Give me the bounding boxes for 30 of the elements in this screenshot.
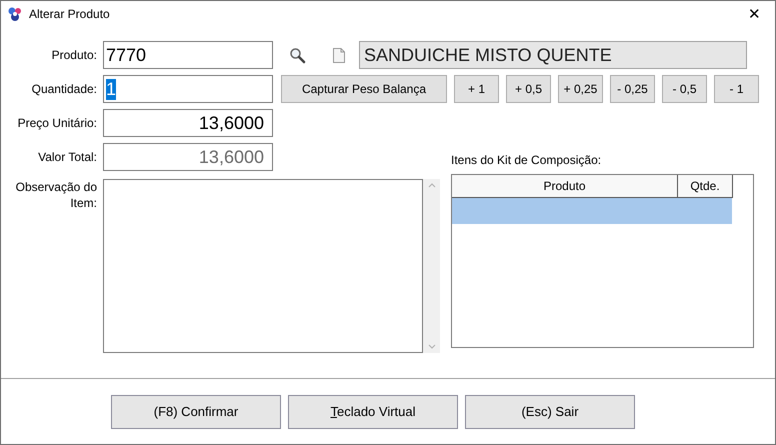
- field-label: Valor Total:: [37, 150, 98, 164]
- column-header[interactable]: Produto: [452, 175, 678, 198]
- field-label: Quantidade:: [30, 82, 98, 96]
- field-label: Preço Unitário:: [16, 116, 98, 130]
- window-title: Alterar Produto: [29, 7, 111, 21]
- field-label: Produto:: [50, 48, 98, 62]
- document-icon[interactable]: [333, 48, 345, 62]
- quantity-step-button[interactable]: - 0,5: [662, 75, 707, 103]
- quantity-step-button[interactable]: - 0,25: [610, 75, 655, 103]
- quantity-step-button[interactable]: + 0,25: [558, 75, 603, 103]
- quantity-step-button[interactable]: + 1: [454, 75, 499, 103]
- scrollbar[interactable]: [423, 179, 440, 353]
- column-header[interactable]: Qtde.: [678, 175, 733, 198]
- field-label: Observação do Item:: [14, 179, 98, 211]
- table-row[interactable]: [452, 198, 732, 224]
- footer-button[interactable]: (F8) Confirmar: [111, 394, 281, 428]
- quantity-step-button[interactable]: + 0,5: [506, 75, 551, 103]
- quantity-step-button[interactable]: - 1: [714, 75, 759, 103]
- close-button[interactable]: ✕: [740, 5, 769, 23]
- product-code-field[interactable]: 7770: [103, 41, 273, 69]
- unit-price-field[interactable]: 13,6000: [103, 109, 273, 137]
- capture-weight-button[interactable]: Capturar Peso Balança: [281, 75, 447, 103]
- quantity-field[interactable]: 1: [103, 75, 273, 103]
- product-name-field: SANDUICHE MISTO QUENTE: [359, 41, 747, 69]
- footer-button[interactable]: Teclado Virtual: [288, 394, 458, 428]
- search-icon[interactable]: [289, 46, 306, 64]
- app-logo-icon: [7, 6, 23, 22]
- footer-button[interactable]: (Esc) Sair: [465, 394, 635, 428]
- kit-items-label: Itens do Kit de Composição:: [451, 153, 602, 167]
- observation-field[interactable]: [103, 179, 423, 353]
